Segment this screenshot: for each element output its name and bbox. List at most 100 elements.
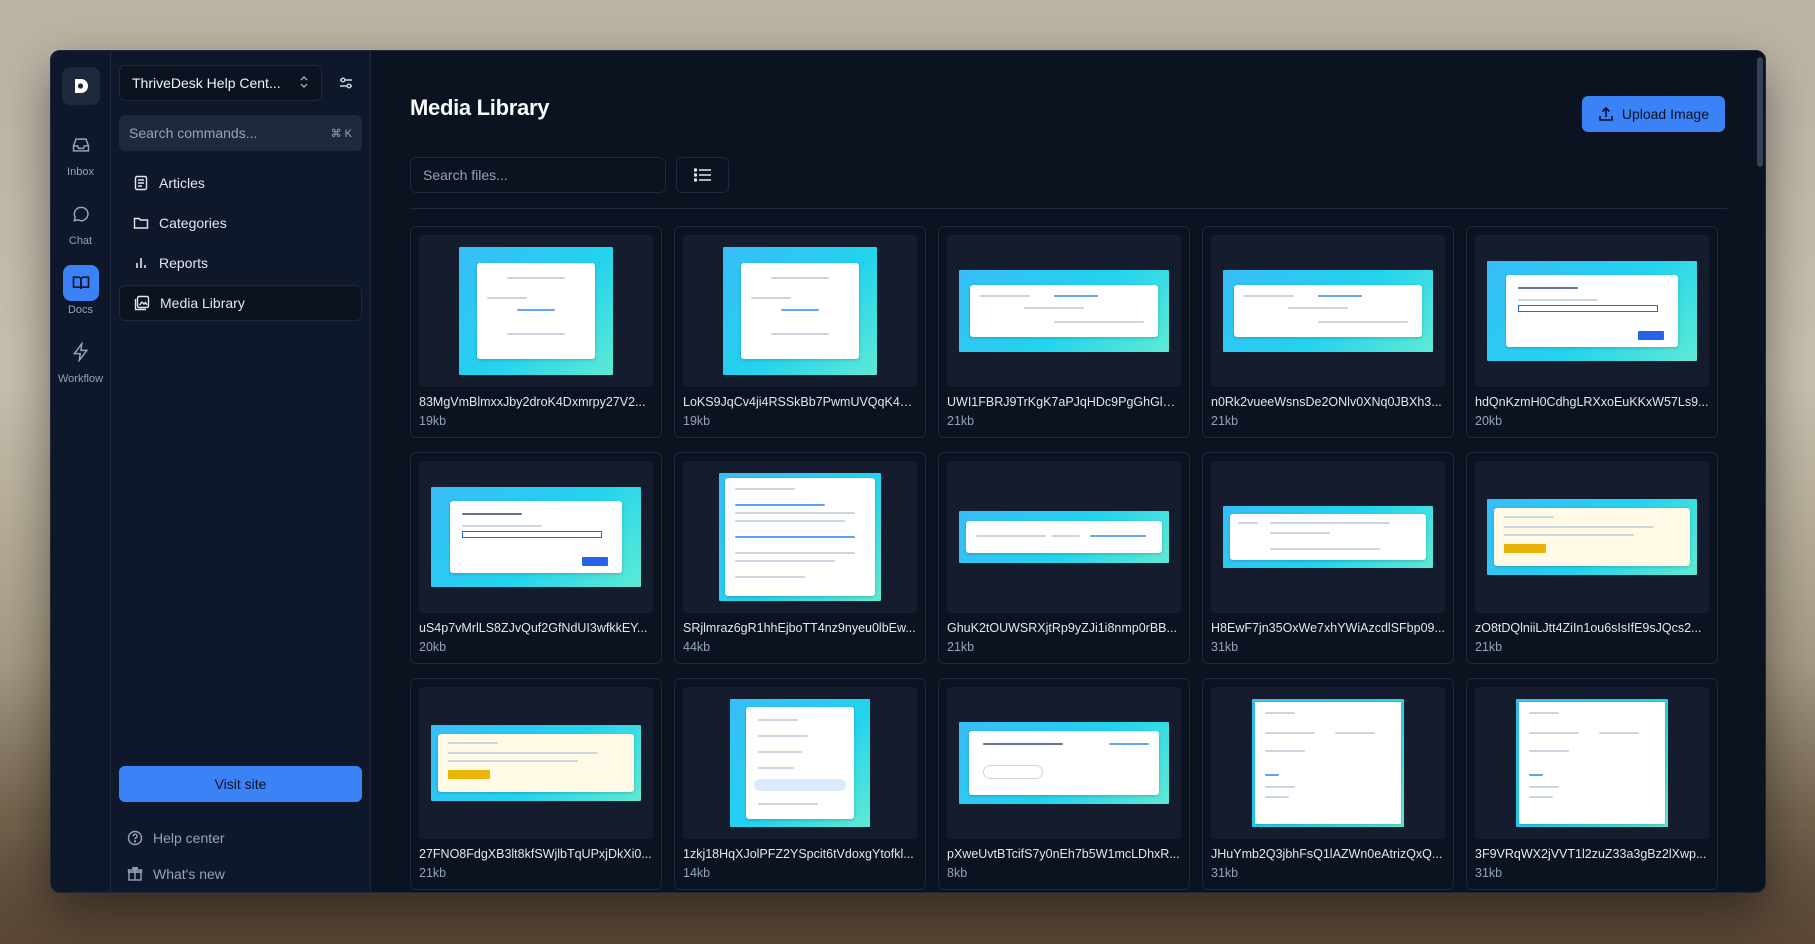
file-name: UWI1FBRJ9TrKgK7aPJqHDc9PgGhGlYu...	[947, 395, 1181, 409]
list-view-button[interactable]	[676, 157, 729, 193]
thumbnail-image	[431, 487, 641, 587]
thumbnail-image	[1223, 506, 1433, 568]
nav-item-reports[interactable]: Reports	[119, 245, 362, 281]
help-center-link[interactable]: Help center	[119, 820, 362, 856]
thumbnail-image	[1252, 699, 1404, 827]
thumbnail-image	[723, 247, 877, 375]
media-card[interactable]: H8EwF7jn35OxWe7xhYWiAzcdlSFbp09... 31kb	[1202, 452, 1454, 664]
app-rail: Inbox Chat Docs Workflow	[51, 51, 111, 892]
app-window: Inbox Chat Docs Workflow ThriveDesk Help…	[50, 50, 1766, 893]
file-size: 21kb	[1211, 414, 1239, 428]
media-card[interactable]: JHuYmb2Q3jbhFsQ1lAZWn0eAtrizQxQ... 31kb	[1202, 678, 1454, 890]
file-size: 44kb	[683, 640, 711, 654]
media-card[interactable]: 27FNO8FdgXB3lt8kfSWjlbTqUPxjDkXi0... 21k…	[410, 678, 662, 890]
thumbnail-image	[959, 722, 1169, 804]
media-grid: 83MgVmBlmxxJby2droK4Dxmrpy27V2... 19kb L…	[410, 226, 1722, 890]
article-icon	[134, 175, 148, 191]
rail-item-chat[interactable]: Chat	[63, 196, 99, 247]
media-card[interactable]: pXweUvtBTcifS7y0nEh7b5W1mcLDhxR... 8kb	[938, 678, 1190, 890]
thumbnail-image	[1516, 699, 1668, 827]
rail-label: Inbox	[67, 166, 94, 178]
whats-new-link[interactable]: What's new	[119, 856, 362, 892]
workspace-switcher[interactable]: ThriveDesk Help Cent...	[119, 65, 322, 101]
nav-label: Articles	[159, 175, 205, 191]
media-thumbnail	[419, 461, 653, 613]
file-size: 31kb	[1475, 866, 1503, 880]
file-name: 27FNO8FdgXB3lt8kfSWjlbTqUPxjDkXi0...	[419, 847, 652, 861]
inbox-icon	[63, 127, 99, 163]
media-thumbnail	[1211, 461, 1445, 613]
file-name: zO8tDQlniiLJtt4ZiIn1ou6sIsIfE9sJQcs2...	[1475, 621, 1702, 635]
rail-item-workflow[interactable]: Workflow	[58, 334, 103, 385]
media-card[interactable]: SRjlmraz6gR1hhEjboTT4nz9nyeu0lbEw... 44k…	[674, 452, 926, 664]
file-size: 31kb	[1211, 866, 1239, 880]
file-name: pXweUvtBTcifS7y0nEh7b5W1mcLDhxR...	[947, 847, 1180, 861]
bar-chart-icon	[136, 258, 146, 268]
media-card[interactable]: uS4p7vMrlLS8ZJvQuf2GfNdUI3wfkkEY... 20kb	[410, 452, 662, 664]
file-name: JHuYmb2Q3jbhFsQ1lAZWn0eAtrizQxQ...	[1211, 847, 1443, 861]
file-size: 20kb	[419, 640, 447, 654]
thumbnail-image	[459, 247, 613, 375]
rail-label: Chat	[68, 235, 93, 247]
media-card[interactable]: UWI1FBRJ9TrKgK7aPJqHDc9PgGhGlYu... 21kb	[938, 226, 1190, 438]
nav-item-media-library[interactable]: Media Library	[119, 285, 362, 321]
rail-label: Workflow	[57, 373, 104, 385]
lightning-icon	[63, 334, 99, 370]
media-thumbnail	[683, 461, 917, 613]
file-size: 8kb	[947, 866, 968, 880]
filter-settings-button[interactable]	[332, 69, 360, 97]
scrollbar-thumb[interactable]	[1757, 57, 1763, 167]
media-thumbnail	[947, 687, 1181, 839]
thumbnail-image	[431, 725, 641, 801]
media-thumbnail	[419, 687, 653, 839]
file-name: hdQnKzmH0CdhgLRXxoEuKKxW57Ls9...	[1475, 395, 1709, 409]
command-search[interactable]: Search commands... ⌘ K	[119, 115, 362, 151]
media-thumbnail	[1475, 687, 1709, 839]
file-name: 1zkj18HqXJolPFZ2YSpcit6tVdoxgYtofkl...	[683, 847, 914, 861]
main-content: Media Library Upload Image Search files.…	[371, 51, 1765, 892]
media-card[interactable]: LoKS9JqCv4ji4RSSkBb7PwmUVQqK4N... 19kb	[674, 226, 926, 438]
file-name: SRjlmraz6gR1hhEjboTT4nz9nyeu0lbEw...	[683, 621, 916, 635]
file-size: 19kb	[419, 414, 447, 428]
book-icon	[62, 265, 99, 301]
thrivedesk-logo[interactable]	[61, 67, 100, 105]
nav-label: Media Library	[160, 295, 245, 311]
nav-item-categories[interactable]: Categories	[119, 205, 362, 241]
file-size: 21kb	[947, 640, 975, 654]
media-card[interactable]: GhuK2tOUWSRXjtRp9yZJi1i8nmp0rBB... 21kb	[938, 452, 1190, 664]
media-card[interactable]: 83MgVmBlmxxJby2droK4Dxmrpy27V2... 19kb	[410, 226, 662, 438]
nav-item-articles[interactable]: Articles	[119, 165, 362, 201]
chevron-up-down-icon	[299, 75, 309, 92]
media-card[interactable]: n0Rk2vueeWsnsDe2ONlv0XNq0JBXh3... 21kb	[1202, 226, 1454, 438]
media-thumbnail	[1475, 461, 1709, 613]
workspace-row: ThriveDesk Help Cent...	[119, 65, 362, 101]
file-size: 14kb	[683, 866, 711, 880]
media-thumbnail	[947, 235, 1181, 387]
file-name: LoKS9JqCv4ji4RSSkBb7PwmUVQqK4N...	[683, 395, 917, 409]
divider	[410, 208, 1727, 209]
rail-item-docs[interactable]: Docs	[62, 265, 99, 316]
visit-site-button[interactable]: Visit site	[119, 766, 362, 802]
file-size: 20kb	[1475, 414, 1503, 428]
upload-image-button[interactable]: Upload Image	[1581, 96, 1725, 132]
media-card[interactable]: 3F9VRqWX2jVVT1l2zuZ33a3gBz2lXwp... 31kb	[1466, 678, 1718, 890]
whats-new-label: What's new	[153, 866, 225, 882]
file-name: uS4p7vMrlLS8ZJvQuf2GfNdUI3wfkkEY...	[419, 621, 648, 635]
rail-item-inbox[interactable]: Inbox	[63, 127, 99, 178]
workspace-name: ThriveDesk Help Cent...	[132, 75, 281, 91]
thumbnail-image	[1223, 270, 1433, 352]
file-name: GhuK2tOUWSRXjtRp9yZJi1i8nmp0rBB...	[947, 621, 1177, 635]
media-card[interactable]: zO8tDQlniiLJtt4ZiIn1ou6sIsIfE9sJQcs2... …	[1466, 452, 1718, 664]
media-thumbnail	[1211, 235, 1445, 387]
thumbnail-image	[719, 473, 881, 601]
file-size: 31kb	[1211, 640, 1239, 654]
folder-icon	[133, 217, 149, 229]
command-shortcut: ⌘ K	[330, 127, 352, 140]
media-card[interactable]: hdQnKzmH0CdhgLRXxoEuKKxW57Ls9... 20kb	[1466, 226, 1718, 438]
search-files-input[interactable]	[410, 157, 666, 193]
thumbnail-image	[959, 511, 1169, 563]
list-icon	[693, 168, 711, 182]
media-card[interactable]: 1zkj18HqXJolPFZ2YSpcit6tVdoxgYtofkl... 1…	[674, 678, 926, 890]
gift-icon	[127, 866, 143, 881]
nav-label: Categories	[159, 215, 227, 231]
